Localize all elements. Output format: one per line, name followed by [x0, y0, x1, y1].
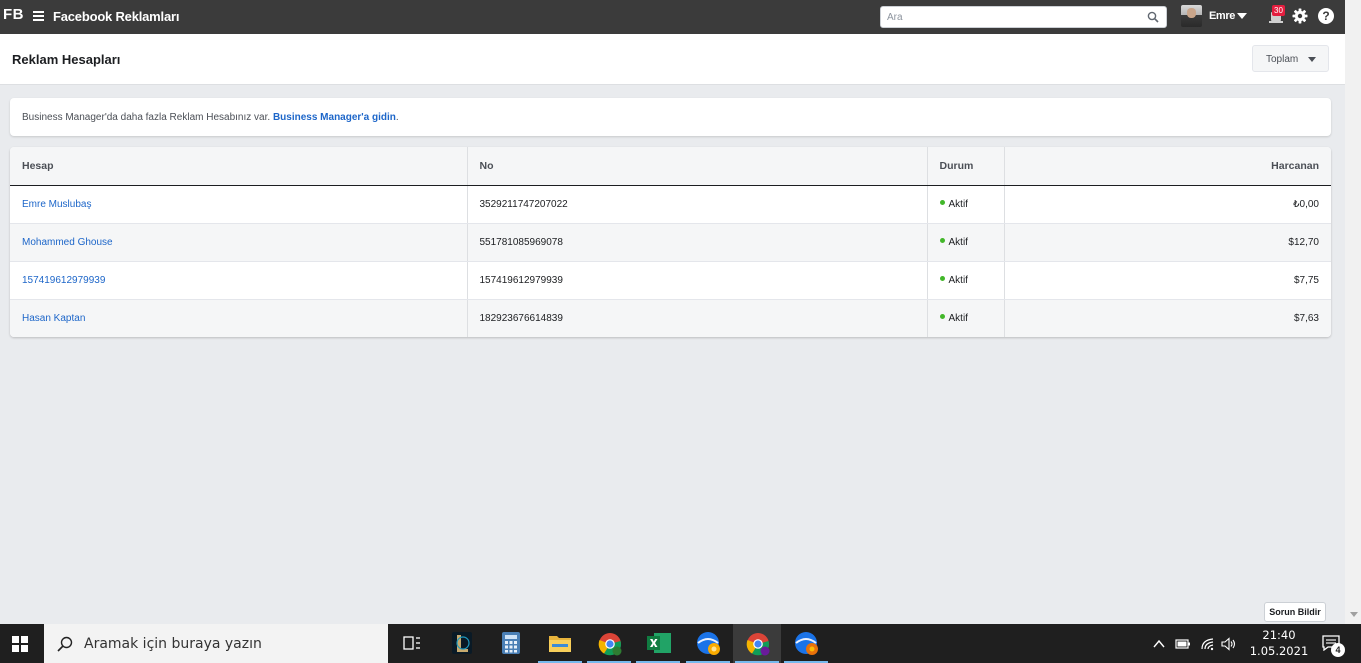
- page-header: Reklam Hesapları Toplam: [0, 34, 1345, 85]
- clock-time: 21:40: [1262, 628, 1296, 642]
- user-name[interactable]: Emre: [1209, 10, 1235, 22]
- column-header-status[interactable]: Durum: [926, 147, 1004, 186]
- gear-icon[interactable]: [1292, 8, 1308, 24]
- excel-app[interactable]: [634, 624, 682, 663]
- column-header-spent[interactable]: Harcanan: [1003, 147, 1331, 186]
- wifi-icon[interactable]: [1200, 637, 1216, 651]
- notification-center-badge: 4: [1331, 643, 1345, 657]
- table-row: Mohammed Ghouse 551781085969078 Aktif $1…: [10, 223, 1331, 262]
- account-link[interactable]: Hasan Kaptan: [22, 313, 85, 324]
- account-link[interactable]: Mohammed Ghouse: [22, 237, 113, 248]
- accounts-table: Hesap No Durum Harcanan Emre Muslubaş 35…: [10, 147, 1331, 337]
- table-header-row: Hesap No Durum Harcanan: [10, 147, 1331, 186]
- browser-profile-icon: [795, 632, 818, 655]
- column-header-id[interactable]: No: [466, 147, 927, 186]
- facebook-logo[interactable]: FB: [3, 6, 24, 23]
- menu-icon[interactable]: [33, 11, 44, 21]
- help-icon[interactable]: ?: [1318, 8, 1334, 24]
- browser-profile-app[interactable]: [684, 624, 732, 663]
- account-cell: Hasan Kaptan: [10, 299, 467, 337]
- browser-profile-app-2[interactable]: [782, 624, 830, 663]
- chrome-active-app[interactable]: [733, 624, 781, 663]
- business-manager-link[interactable]: Business Manager'a gidin: [273, 112, 396, 123]
- status-cell: Aktif: [926, 299, 1004, 337]
- account-link[interactable]: 157419612979939: [22, 275, 105, 286]
- column-header-account[interactable]: Hesap: [10, 147, 467, 186]
- report-problem-button[interactable]: Sorun Bildir: [1264, 602, 1326, 622]
- status-cell: Aktif: [926, 185, 1004, 224]
- spent-value: $12,70: [1003, 223, 1331, 262]
- account-cell: Mohammed Ghouse: [10, 223, 467, 262]
- excel-icon: [647, 633, 671, 653]
- table-row: Hasan Kaptan 182923676614839 Aktif $7,63: [10, 299, 1331, 337]
- chevron-up-icon[interactable]: [1152, 638, 1166, 650]
- status-cell: Aktif: [926, 223, 1004, 262]
- windows-logo-icon: [12, 636, 28, 652]
- account-id: 3529211747207022: [466, 185, 927, 224]
- search-box: [880, 6, 1167, 28]
- avatar[interactable]: [1181, 5, 1202, 27]
- folder-icon: [549, 636, 571, 652]
- account-id: 182923676614839: [466, 299, 927, 337]
- scroll-down-arrow-icon[interactable]: [1350, 612, 1358, 617]
- spent-value: $7,63: [1003, 299, 1331, 337]
- table-row: 157419612979939 157419612979939 Aktif $7…: [10, 261, 1331, 300]
- status-cell: Aktif: [926, 261, 1004, 300]
- calculator-icon: [502, 632, 520, 654]
- account-id: 551781085969078: [466, 223, 927, 262]
- spent-value: ₺0,00: [1003, 185, 1331, 224]
- task-view-button[interactable]: [388, 624, 436, 663]
- banner-suffix: .: [395, 112, 399, 123]
- status-text: Aktif: [948, 274, 968, 286]
- business-manager-banner: Business Manager'da daha fazla Reklam He…: [10, 98, 1331, 136]
- taskbar: Aramak için buraya yazın 21:40 1.05.2021: [0, 624, 1361, 663]
- account-link[interactable]: Emre Muslubaş: [22, 199, 91, 210]
- status-text: Aktif: [948, 312, 968, 324]
- taskbar-search[interactable]: Aramak için buraya yazın: [44, 624, 388, 663]
- chevron-down-icon: [1308, 57, 1316, 62]
- file-explorer-app[interactable]: [536, 624, 584, 663]
- total-dropdown-button[interactable]: Toplam: [1252, 45, 1329, 72]
- volume-icon[interactable]: [1221, 637, 1237, 651]
- chrome-icon: [746, 633, 770, 656]
- page-title: Reklam Hesapları: [12, 52, 121, 67]
- table-row: Emre Muslubaş 3529211747207022 Aktif ₺0,…: [10, 185, 1331, 224]
- banner-text: Business Manager'da daha fazla Reklam He…: [22, 112, 273, 123]
- task-view-icon: [403, 636, 420, 650]
- status-dot-icon: [939, 238, 945, 244]
- system-clock[interactable]: 21:40 1.05.2021: [1244, 627, 1314, 659]
- clock-date: 1.05.2021: [1249, 644, 1309, 658]
- page-scrollbar[interactable]: [1345, 0, 1361, 624]
- taskbar-search-placeholder: Aramak için buraya yazın: [84, 636, 262, 652]
- account-cell: 157419612979939: [10, 261, 467, 300]
- banner-text-wrap: Business Manager'da daha fazla Reklam He…: [22, 112, 399, 123]
- chevron-down-icon[interactable]: [1237, 13, 1247, 19]
- search-input[interactable]: [881, 7, 1141, 28]
- status-dot-icon: [939, 276, 945, 282]
- status-text: Aktif: [948, 198, 968, 210]
- search-icon: [57, 636, 73, 652]
- calculator-app[interactable]: [487, 624, 535, 663]
- league-of-legends-icon: [452, 632, 472, 654]
- status-dot-icon: [939, 200, 945, 206]
- app-title[interactable]: Facebook Reklamları: [53, 9, 179, 24]
- account-id: 157419612979939: [466, 261, 927, 300]
- browser-profile-icon: [697, 632, 720, 655]
- chrome-icon: [598, 633, 622, 656]
- spent-value: $7,75: [1003, 261, 1331, 300]
- notification-badge: 30: [1272, 5, 1285, 16]
- status-dot-icon: [939, 314, 945, 320]
- ad-accounts-table: Hesap No Durum Harcanan Emre Muslubaş 35…: [10, 147, 1331, 337]
- chrome-app[interactable]: [585, 624, 633, 663]
- search-icon[interactable]: [1147, 11, 1159, 23]
- top-bar: FB Facebook Reklamları Emre 30 ?: [0, 0, 1345, 34]
- start-button[interactable]: [0, 624, 44, 663]
- status-text: Aktif: [948, 236, 968, 248]
- battery-icon[interactable]: [1175, 637, 1191, 651]
- account-cell: Emre Muslubaş: [10, 185, 467, 224]
- league-of-legends-app[interactable]: [438, 624, 486, 663]
- total-dropdown-label: Toplam: [1266, 54, 1299, 65]
